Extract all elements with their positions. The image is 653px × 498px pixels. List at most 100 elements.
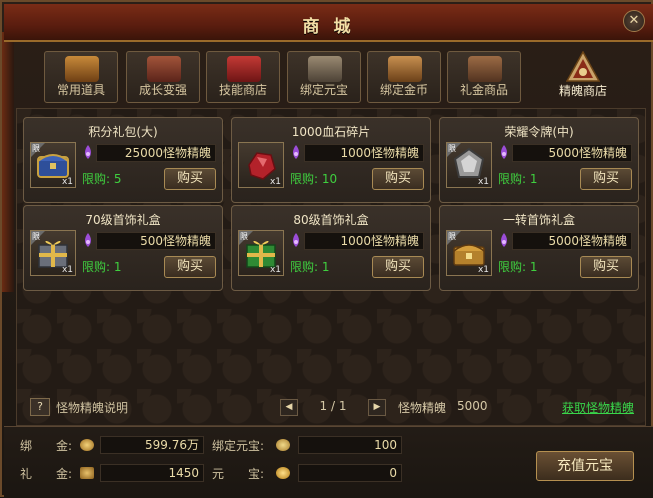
gift-pile-icon — [468, 56, 502, 82]
tab-growth[interactable]: 成长变强 — [126, 51, 200, 103]
purchase-limit: 限购: 1 — [498, 260, 538, 274]
buy-button[interactable]: 购买 — [164, 256, 216, 278]
buy-button[interactable]: 购买 — [580, 256, 632, 278]
item-card: 荣耀令牌(中) 限 x1 5000怪物精魄 限购: 1 购买 — [439, 117, 639, 203]
tab-label: 技能商店 — [218, 83, 267, 97]
shop-window: 商 城 ✕ 常用道具 成长变强 技能商店 绑定元宝 绑定金币 礼金商品 精魄商店… — [0, 0, 653, 498]
red-book-icon — [227, 56, 261, 82]
item-grid: 积分礼包(大) 限 x1 25000怪物精魄 限购: 5 购买 1000血石碎片 — [16, 108, 646, 426]
item-card: 积分礼包(大) 限 x1 25000怪物精魄 限购: 5 购买 — [23, 117, 223, 203]
item-price: 1000怪物精魄 — [304, 232, 424, 250]
item-count: x1 — [269, 177, 281, 187]
help-button[interactable]: ? — [30, 398, 50, 416]
item-card: 1000血石碎片 x1 1000怪物精魄 限购: 10 购买 — [231, 117, 431, 203]
item-slot[interactable]: 限 x1 — [238, 230, 284, 276]
item-name: 1000血石碎片 — [291, 125, 371, 139]
ingot-icon — [276, 467, 290, 479]
item-count: x1 — [477, 177, 489, 187]
tab-label: 绑定金币 — [379, 83, 428, 97]
buy-button[interactable]: 购买 — [372, 256, 424, 278]
souls-label: 怪物精魄 — [398, 401, 447, 415]
tab-label: 绑定元宝 — [299, 83, 348, 97]
item-name: 荣耀令牌(中) — [504, 125, 574, 139]
chest-icon — [65, 56, 99, 82]
category-tabs: 常用道具 成长变强 技能商店 绑定元宝 绑定金币 礼金商品 精魄商店 — [16, 44, 644, 106]
bound-yuanbao-label: 绑定元宝: — [212, 439, 265, 453]
bound-yuanbao-value: 100 — [298, 436, 402, 454]
gold-coin-icon — [80, 439, 94, 451]
tab-label: 常用道具 — [56, 83, 105, 97]
item-price: 5000怪物精魄 — [512, 144, 632, 162]
question-icon: ? — [37, 400, 43, 413]
soul-flame-icon — [501, 145, 507, 159]
soul-flame-icon — [85, 145, 91, 159]
window-title: 商 城 — [302, 17, 355, 37]
ingot-pile-icon — [308, 56, 342, 82]
next-page-button[interactable]: ▶ — [368, 399, 386, 416]
item-slot[interactable]: 限 x1 — [446, 230, 492, 276]
tab-label: 成长变强 — [138, 83, 187, 97]
item-price: 1000怪物精魄 — [304, 144, 424, 162]
item-slot[interactable]: x1 — [238, 142, 284, 188]
item-count: x1 — [61, 265, 73, 275]
soul-emblem-icon — [566, 51, 600, 82]
soul-flame-icon — [85, 233, 91, 247]
item-name: 积分礼包(大) — [88, 125, 158, 139]
soul-flame-icon — [293, 145, 299, 159]
purchase-limit: 限购: 1 — [290, 260, 330, 274]
tab-skill-shop[interactable]: 技能商店 — [206, 51, 280, 103]
bound-gold-value: 599.76万 — [100, 436, 204, 454]
bound-ingot-icon — [276, 439, 290, 451]
close-button[interactable]: ✕ — [623, 10, 645, 32]
item-price: 5000怪物精魄 — [512, 232, 632, 250]
arrow-left-icon: ◀ — [285, 402, 293, 412]
tab-bound-yuanbao[interactable]: 绑定元宝 — [287, 51, 361, 103]
help-text: 怪物精魄说明 — [56, 401, 129, 415]
item-slot[interactable]: 限 x1 — [30, 230, 76, 276]
prev-page-button[interactable]: ◀ — [280, 399, 298, 416]
yuanbao-value: 0 — [298, 464, 402, 482]
item-name: 一转首饰礼盒 — [502, 213, 575, 227]
arrow-right-icon: ▶ — [373, 402, 381, 412]
get-souls-link[interactable]: 获取怪物精魄 — [562, 399, 634, 416]
item-count: x1 — [269, 265, 281, 275]
recharge-button[interactable]: 充值元宝 — [536, 451, 634, 481]
tab-common-items[interactable]: 常用道具 — [44, 51, 118, 103]
yuanbao-label: 元 宝: — [212, 467, 265, 481]
item-card: 70级首饰礼盒 限 x1 500怪物精魄 限购: 1 购买 — [23, 205, 223, 291]
buy-button[interactable]: 购买 — [372, 168, 424, 190]
soul-flame-icon — [293, 233, 299, 247]
item-price: 500怪物精魄 — [96, 232, 216, 250]
tab-soul-shop[interactable]: 精魄商店 — [546, 51, 620, 103]
tab-label: 精魄商店 — [558, 84, 607, 98]
purchase-limit: 限购: 1 — [498, 172, 538, 186]
souls-value: 5000 — [457, 399, 488, 413]
buy-button[interactable]: 购买 — [580, 168, 632, 190]
bound-gold-label: 绑 金: — [20, 439, 73, 453]
coin-pile-icon — [388, 56, 422, 82]
item-name: 70级首饰礼盒 — [85, 213, 161, 227]
gift-gold-label: 礼 金: — [20, 467, 73, 481]
gift-gold-value: 1450 — [100, 464, 204, 482]
title-bar: 商 城 — [4, 4, 653, 42]
item-card: 一转首饰礼盒 限 x1 5000怪物精魄 限购: 1 购买 — [439, 205, 639, 291]
purchase-limit: 限购: 5 — [82, 172, 122, 186]
tab-label: 礼金商品 — [459, 83, 508, 97]
frame-ornament — [2, 32, 14, 292]
item-count: x1 — [477, 265, 489, 275]
item-card: 80级首饰礼盒 限 x1 1000怪物精魄 限购: 1 购买 — [231, 205, 431, 291]
purchase-limit: 限购: 10 — [290, 172, 338, 186]
soul-flame-icon — [501, 233, 507, 247]
item-slot[interactable]: 限 x1 — [446, 142, 492, 188]
page-indicator: 1 / 1 — [319, 399, 347, 413]
item-slot[interactable]: 限 x1 — [30, 142, 76, 188]
close-icon: ✕ — [628, 13, 640, 28]
buy-button[interactable]: 购买 — [164, 168, 216, 190]
purchase-limit: 限购: 1 — [82, 260, 122, 274]
tab-bound-gold[interactable]: 绑定金币 — [367, 51, 441, 103]
item-price: 25000怪物精魄 — [96, 144, 216, 162]
scroll-bundle-icon — [147, 56, 181, 82]
item-count: x1 — [61, 177, 73, 187]
tab-gift-gold[interactable]: 礼金商品 — [447, 51, 521, 103]
gift-gold-icon — [80, 467, 94, 479]
